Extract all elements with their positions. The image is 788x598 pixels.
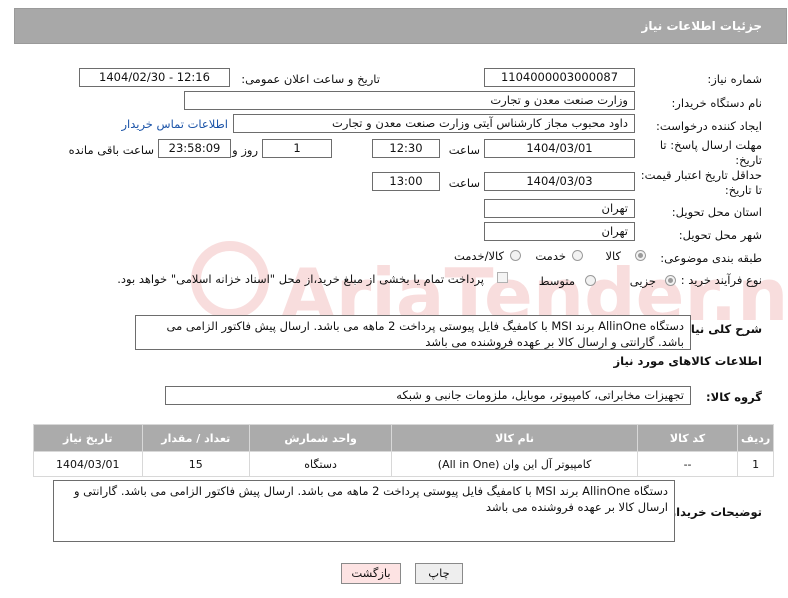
- treasury-checkbox[interactable]: [497, 272, 508, 283]
- cell-date: 1404/03/01: [33, 451, 143, 477]
- back-button[interactable]: بازگشت: [341, 563, 401, 584]
- col-row: ردیف: [737, 424, 774, 452]
- category-radio-goods-service[interactable]: [510, 250, 521, 261]
- reply-date-field: 1404/03/01: [484, 139, 635, 158]
- province-label: استان محل تحویل:: [671, 205, 762, 219]
- items-table-header: ردیف کد کالا نام کالا واحد شمارش تعداد /…: [33, 424, 774, 452]
- treasury-note: پرداخت تمام یا بخشی از مبلغ خرید،از محل …: [117, 272, 484, 286]
- col-name: نام کالا: [391, 424, 638, 452]
- category-radio-service[interactable]: [572, 250, 583, 261]
- validity-date-field: 1404/03/03: [484, 172, 635, 191]
- validity-time-label: ساعت: [448, 176, 480, 190]
- goods-group-field: تجهیزات مخابراتی، کامپیوتر، موبایل، ملزو…: [165, 386, 691, 405]
- cell-name: کامپیوتر آل این وان (All in One): [391, 451, 638, 477]
- reply-time-label: ساعت: [448, 143, 480, 157]
- panel-header: جزئیات اطلاعات نیاز: [14, 8, 787, 44]
- category-label: طبقه بندی موضوعی:: [660, 251, 762, 265]
- general-desc-field: دستگاه AllinOne برند MSI با کامفیگ فایل …: [135, 315, 691, 350]
- buyer-notes-label: توضیحات خریدار:: [664, 505, 762, 519]
- goods-group-label: گروه کالا:: [706, 390, 762, 404]
- buyer-org-label: نام دستگاه خریدار:: [671, 96, 762, 110]
- general-desc-label: شرح کلی نیاز:: [679, 322, 762, 336]
- buyer-org-field: وزارت صنعت معدن و تجارت: [184, 91, 635, 110]
- process-radio-minor[interactable]: [665, 275, 676, 286]
- days-label: روز و: [232, 143, 258, 157]
- need-number-label: شماره نیاز:: [707, 72, 762, 86]
- city-field: تهران: [484, 222, 635, 241]
- reply-time-field: 12:30: [372, 139, 440, 158]
- goods-info-heading: اطلاعات کالاهای مورد نیاز: [613, 354, 762, 368]
- contact-info-link[interactable]: اطلاعات تماس خریدار: [121, 117, 228, 131]
- col-unit: واحد شمارش: [248, 424, 393, 452]
- requester-field: داود محبوب مجاز کارشناس آیتی وزارت صنعت …: [233, 114, 635, 133]
- process-option-medium: متوسط: [538, 274, 575, 288]
- validity-time-field: 13:00: [372, 172, 440, 191]
- cell-unit: دستگاه: [248, 451, 393, 477]
- table-row[interactable]: 1 -- کامپیوتر آل این وان (All in One) دس…: [33, 451, 774, 477]
- province-field: تهران: [484, 199, 635, 218]
- category-radio-goods[interactable]: [635, 250, 646, 261]
- price-validity-label: حداقل تاریخ اعتبار قیمت:: [640, 168, 762, 182]
- print-button[interactable]: چاپ: [415, 563, 463, 584]
- days-field: 1: [262, 139, 332, 158]
- announce-datetime-field: 1404/02/30 - 12:16: [79, 68, 230, 87]
- cell-row: 1: [737, 451, 774, 477]
- category-option-service: خدمت: [535, 249, 566, 263]
- panel-title: جزئیات اطلاعات نیاز: [641, 19, 762, 33]
- reply-deadline-label-2: تاریخ:: [735, 153, 762, 167]
- process-option-minor: جزیی: [629, 274, 656, 288]
- remaining-time-field: 23:58:09: [158, 139, 231, 158]
- buyer-notes-field: دستگاه AllinOne برند MSI با کامفیگ فایل …: [53, 480, 675, 542]
- reply-deadline-label: مهلت ارسال پاسخ: تا: [659, 138, 762, 152]
- col-date: تاریخ نیاز: [33, 424, 143, 452]
- remaining-label: ساعت باقی مانده: [68, 143, 154, 157]
- city-label: شهر محل تحویل:: [678, 228, 762, 242]
- category-option-goods: کالا: [605, 249, 621, 263]
- items-table: ردیف کد کالا نام کالا واحد شمارش تعداد /…: [33, 424, 774, 477]
- need-number-field: 1104000003000087: [484, 68, 635, 87]
- cell-qty: 15: [141, 451, 250, 477]
- requester-label: ایجاد کننده درخواست:: [656, 119, 762, 133]
- cell-code: --: [636, 451, 739, 477]
- col-code: کد کالا: [636, 424, 739, 452]
- process-radio-medium[interactable]: [585, 275, 596, 286]
- category-option-goods-service: کالا/خدمت: [453, 249, 504, 263]
- col-qty: تعداد / مقدار: [141, 424, 250, 452]
- announce-datetime-label: تاریخ و ساعت اعلان عمومی:: [241, 72, 380, 86]
- price-validity-label-2: تا تاریخ:: [724, 183, 762, 197]
- process-label: نوع فرآیند خرید :: [680, 273, 762, 287]
